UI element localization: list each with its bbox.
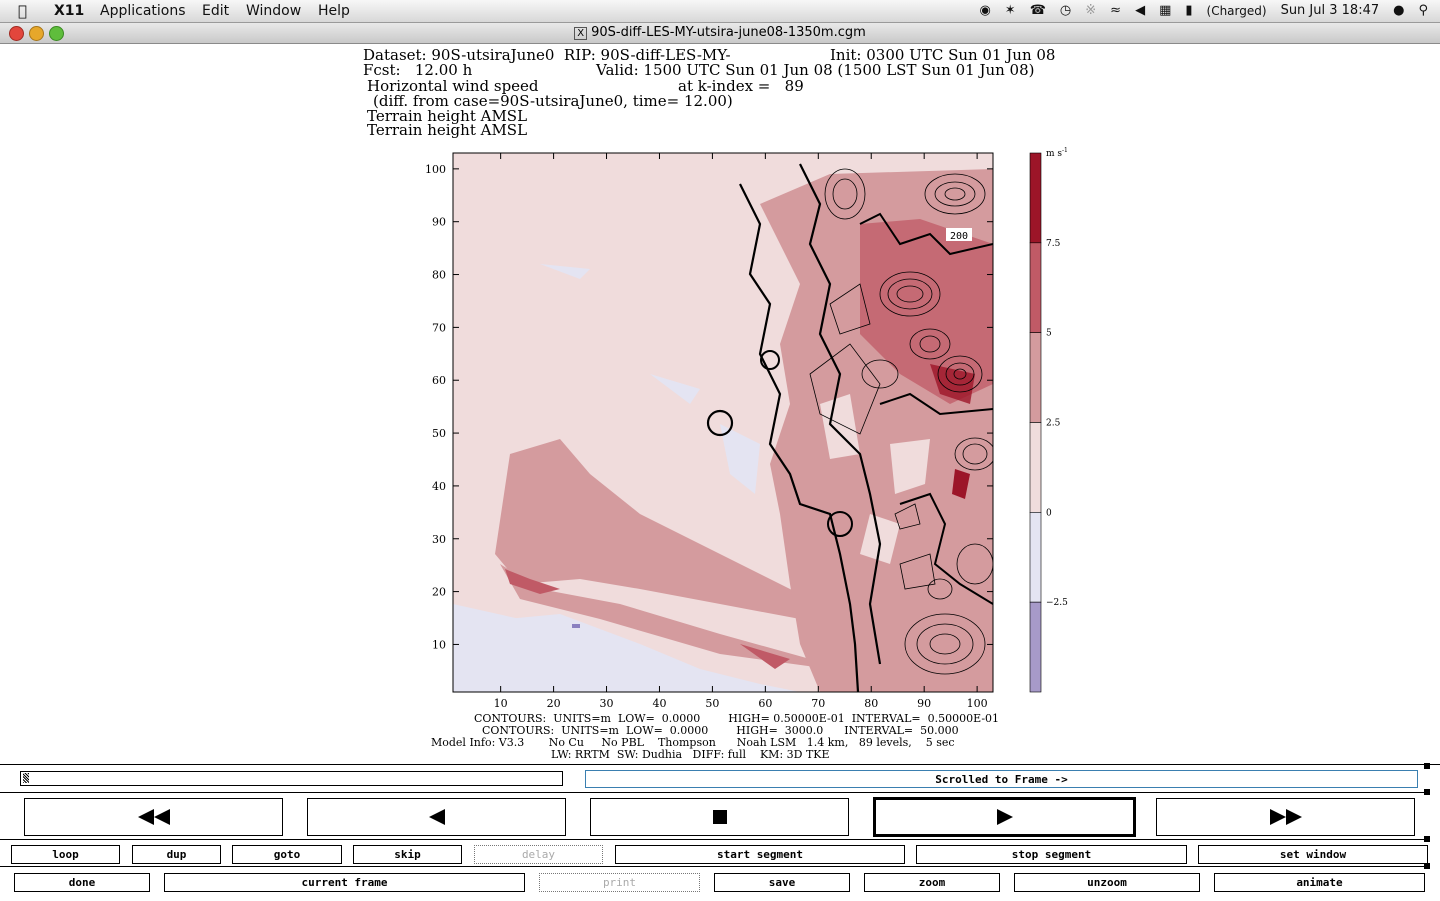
play-button[interactable] (873, 797, 1136, 837)
zoom-button[interactable]: zoom (864, 873, 1000, 892)
mac-menubar:  X11 Applications Edit Window Help ◉ ✶ … (0, 0, 1440, 23)
skip-button[interactable]: skip (353, 845, 462, 864)
x11-icon: X (574, 27, 588, 40)
colorbar-band (1029, 152, 1042, 244)
battery-status: (Charged) (1206, 3, 1267, 18)
stop-button[interactable] (590, 798, 849, 836)
delay-button[interactable]: delay (474, 845, 603, 864)
unzoom-button[interactable]: unzoom (1014, 873, 1200, 892)
y-tick-label: 30 (432, 533, 446, 546)
volume-icon[interactable]: ◀ (1135, 3, 1145, 18)
colorbar-label: 5 (1046, 329, 1052, 339)
x-tick-label: 30 (600, 697, 614, 710)
fast-forward-button[interactable] (1156, 798, 1415, 836)
set-window-button[interactable]: set window (1198, 845, 1428, 864)
colorbar: 7.5 5 2.5 0 −2.5 (1029, 152, 1068, 693)
colorbar-label: 0 (1046, 508, 1052, 518)
current-frame-button[interactable]: current frame (164, 873, 525, 892)
x-tick-label: 20 (547, 697, 561, 710)
goto-button[interactable]: goto (232, 845, 342, 864)
status-alien-icon[interactable]: ◉ (979, 3, 990, 18)
stop-segment-button[interactable]: stop segment (916, 845, 1187, 864)
frame-status: Scrolled to Frame -> (585, 770, 1418, 788)
y-tick-label: 90 (432, 216, 446, 229)
colorbar-label: −2.5 (1046, 598, 1068, 608)
x-tick-label: 80 (864, 697, 878, 710)
colorbar-unit: m s-1 (1046, 147, 1068, 159)
start-segment-button[interactable]: start segment (615, 845, 905, 864)
colorbar-band (1029, 422, 1042, 513)
menu-window[interactable]: Window (246, 3, 301, 19)
reverse-icon (428, 809, 445, 825)
resize-handle[interactable] (1424, 836, 1430, 842)
menu-applications[interactable]: Applications (100, 3, 186, 19)
y-tick-label: 20 (432, 586, 446, 599)
x-tick-label: 70 (811, 697, 825, 710)
done-button[interactable]: done (14, 873, 150, 892)
divider (0, 792, 1428, 793)
contour-label-200: 200 (946, 228, 972, 242)
y-tick-label: 50 (432, 427, 446, 440)
fast-reverse-icon (137, 809, 170, 825)
colorbar-band (1029, 242, 1042, 333)
window-title: X 90S-diff-LES-MY-utsira-june08-1350m.cgm (0, 25, 1440, 40)
y-tick-label: 80 (432, 269, 446, 282)
loop-button[interactable]: loop (11, 845, 120, 864)
scrollbar-thumb[interactable] (23, 773, 29, 783)
y-tick-label: 100 (425, 163, 446, 176)
svg-text:200: 200 (950, 231, 968, 242)
calendar-icon[interactable]: ▦ (1159, 3, 1171, 18)
time-machine-icon[interactable]: ◷ (1060, 3, 1071, 18)
plot-svg: 200 10 20 30 40 50 60 70 80 90 100 10203040506070… (425, 147, 1068, 710)
rewind-button[interactable] (24, 798, 283, 836)
bluetooth-tool-icon[interactable]: ✶ (1005, 3, 1016, 18)
battery-icon[interactable]: ▮ (1185, 3, 1192, 18)
y-tick-label: 60 (432, 374, 446, 387)
step-back-button[interactable] (307, 798, 566, 836)
phone-icon[interactable]: ☎ (1030, 3, 1046, 18)
resize-handle[interactable] (1424, 763, 1430, 769)
play-icon (996, 809, 1013, 825)
resize-handle[interactable] (1424, 789, 1430, 795)
user-icon[interactable]: ● (1393, 3, 1404, 18)
frame-scrollbar[interactable] (20, 771, 563, 786)
x-tick-label: 90 (917, 697, 931, 710)
colorbar-band (1029, 332, 1042, 423)
x-tick-label: 100 (967, 697, 988, 710)
spotlight-icon[interactable]: ⚲ (1418, 3, 1428, 18)
window-titlebar: X 90S-diff-LES-MY-utsira-june08-1350m.cgm (0, 23, 1440, 44)
stop-icon (712, 810, 727, 824)
save-button[interactable]: save (714, 873, 850, 892)
print-button[interactable]: print (539, 873, 700, 892)
x-tick-label: 50 (705, 697, 719, 710)
divider (0, 839, 1428, 840)
divider (0, 866, 1428, 867)
x-tick-label: 40 (652, 697, 666, 710)
heatmap-field (453, 153, 993, 692)
y-tick-label: 10 (432, 638, 446, 651)
y-tick-label: 70 (432, 321, 446, 334)
apple-icon[interactable]:  (18, 2, 27, 20)
y-tick-label: 40 (432, 480, 446, 493)
wifi-icon[interactable]: ≈ (1110, 3, 1121, 18)
plot-canvas: Dataset: 90S-utsiraJune0 RIP: 90S-diff-L… (0, 44, 1440, 764)
menu-app-x11[interactable]: X11 (54, 3, 84, 19)
footer-physics: LW: RRTM SW: Dudhia DIFF: full KM: 3D TK… (551, 748, 830, 761)
fast-forward-icon (1269, 809, 1302, 825)
clock[interactable]: Sun Jul 3 18:47 (1281, 3, 1380, 18)
colorbar-label: 2.5 (1046, 419, 1061, 429)
bluetooth-icon[interactable]: ※ (1085, 3, 1096, 18)
animate-button[interactable]: animate (1214, 873, 1425, 892)
x-tick-label: 10 (494, 697, 508, 710)
colorbar-band (1029, 512, 1042, 603)
colorbar-band (1029, 601, 1042, 693)
x-tick-label: 60 (758, 697, 772, 710)
colorbar-label: 7.5 (1046, 239, 1061, 249)
menu-help[interactable]: Help (318, 3, 350, 19)
menu-edit[interactable]: Edit (202, 3, 229, 19)
dup-button[interactable]: dup (132, 845, 221, 864)
